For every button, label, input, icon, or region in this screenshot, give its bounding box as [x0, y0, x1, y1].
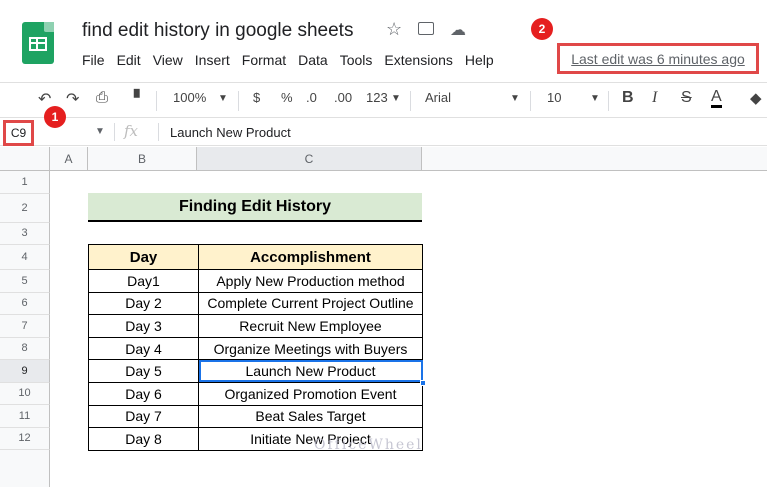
fx-icon: fx [124, 122, 139, 140]
day-cell[interactable]: Day 7 [88, 404, 199, 429]
menu-extensions[interactable]: Extensions [378, 50, 458, 70]
column-header-a[interactable]: A [50, 147, 88, 171]
star-icon[interactable]: ☆ [386, 19, 402, 40]
formula-input[interactable]: Launch New Product [170, 125, 291, 140]
day-cell[interactable]: Day 8 [88, 427, 199, 451]
row-header[interactable]: 8 [0, 337, 50, 360]
decrease-decimal-button[interactable]: .0 [306, 90, 317, 105]
row-header[interactable]: 1 [0, 171, 50, 194]
menu-view[interactable]: View [147, 50, 189, 70]
row-header[interactable]: 9 [0, 360, 50, 383]
strikethrough-button[interactable]: S [681, 89, 692, 107]
text-color-button[interactable]: A [711, 88, 722, 108]
accomplishment-cell[interactable]: Complete Current Project Outline [198, 291, 423, 316]
table-row: Day 4 Organize Meetings with Buyers [88, 336, 423, 361]
sheets-logo-icon[interactable] [22, 22, 54, 64]
sheet-title-cell[interactable]: Finding Edit History [88, 193, 422, 222]
row-header[interactable]: 10 [0, 382, 50, 405]
column-header-b[interactable]: B [88, 147, 197, 171]
column-header-empty [422, 147, 767, 171]
paint-format-icon[interactable]: ▝ [128, 89, 140, 107]
selected-cell-c9[interactable]: Launch New Product [198, 359, 426, 386]
row-header[interactable]: 4 [0, 245, 50, 270]
watermark: OfficeWheel [314, 437, 423, 453]
accomplishment-cell[interactable]: Apply New Production method [198, 269, 423, 293]
row-header[interactable]: 5 [0, 270, 50, 293]
more-formats-button[interactable]: 123 [366, 90, 388, 105]
accomplishment-cell[interactable]: Organize Meetings with Buyers [198, 336, 423, 361]
table-row: Day 6 Organized Promotion Event [88, 381, 423, 406]
accomplishment-cell[interactable]: Recruit New Employee [198, 314, 423, 338]
day-cell[interactable]: Day1 [88, 269, 199, 293]
menu-tools[interactable]: Tools [334, 50, 379, 70]
last-edit-link[interactable]: Last edit was 6 minutes ago [557, 43, 759, 74]
header-day[interactable]: Day [88, 244, 199, 270]
menu-insert[interactable]: Insert [189, 50, 236, 70]
font-size-select[interactable]: 10 [547, 90, 561, 105]
header-accomplishment[interactable]: Accomplishment [198, 244, 423, 270]
row-header[interactable]: 2 [0, 193, 50, 223]
font-select[interactable]: Arial [425, 90, 451, 105]
row-header[interactable]: 7 [0, 315, 50, 338]
day-cell[interactable]: Day 6 [88, 381, 199, 406]
row-header[interactable]: 6 [0, 292, 50, 315]
document-title[interactable]: find edit history in google sheets [82, 20, 353, 42]
move-folder-icon[interactable] [418, 22, 434, 35]
column-header-c[interactable]: C [197, 147, 422, 171]
menu-format[interactable]: Format [236, 50, 292, 70]
menu-bar: File Edit View Insert Format Data Tools … [76, 50, 500, 70]
currency-format-button[interactable]: $ [253, 90, 260, 105]
day-cell[interactable]: Day 4 [88, 336, 199, 361]
row-header[interactable]: 12 [0, 427, 50, 450]
accomplishment-text: Launch New Product [245, 363, 376, 380]
table-row: Day1 Apply New Production method [88, 269, 423, 293]
formula-bar: C9 ▼ fx Launch New Product [0, 118, 767, 146]
day-cell[interactable]: Day 3 [88, 314, 199, 338]
undo-icon[interactable]: ↶ [38, 89, 51, 109]
name-box[interactable]: C9 [3, 120, 34, 146]
italic-button[interactable]: I [652, 89, 657, 107]
redo-icon[interactable]: ↷ [66, 89, 79, 109]
font-chevron-down-icon[interactable]: ▼ [510, 93, 520, 104]
step-badge-1: 1 [44, 106, 66, 128]
toolbar: ↶ ↷ ⎙ ▝ 100% ▼ $ % .0 .00 123 ▼ Arial ▼ … [0, 82, 767, 118]
increase-decimal-button[interactable]: .00 [334, 90, 352, 105]
fill-color-icon[interactable]: ◆ [750, 89, 762, 107]
menu-data[interactable]: Data [292, 50, 334, 70]
print-icon[interactable]: ⎙ [96, 89, 108, 106]
menu-edit[interactable]: Edit [111, 50, 147, 70]
step-badge-2: 2 [531, 18, 553, 40]
zoom-select[interactable]: 100% [173, 90, 206, 105]
table-row: Day 7 Beat Sales Target [88, 404, 423, 429]
percent-format-button[interactable]: % [281, 90, 293, 105]
cloud-status-icon[interactable]: ☁ [450, 20, 466, 40]
font-size-chevron-icon[interactable]: ▼ [590, 93, 600, 104]
menu-help[interactable]: Help [459, 50, 500, 70]
accomplishment-cell[interactable]: Organized Promotion Event [198, 381, 423, 406]
bold-button[interactable]: B [622, 89, 634, 107]
table-row: Day 3 Recruit New Employee [88, 314, 423, 338]
day-cell[interactable]: Day 2 [88, 291, 199, 316]
more-formats-chevron-icon[interactable]: ▼ [391, 93, 401, 104]
menu-file[interactable]: File [76, 50, 111, 70]
name-box-chevron-icon[interactable]: ▼ [95, 126, 105, 137]
table-row: Day 2 Complete Current Project Outline [88, 291, 423, 316]
table-header-row: Day Accomplishment [88, 244, 423, 270]
accomplishment-cell[interactable]: Beat Sales Target [198, 404, 423, 429]
select-all-corner[interactable] [0, 147, 50, 171]
day-cell[interactable]: Day 5 [88, 359, 199, 383]
row-header-empty [0, 450, 50, 487]
row-header[interactable]: 3 [0, 222, 50, 245]
fill-handle[interactable] [420, 379, 426, 386]
zoom-chevron-down-icon[interactable]: ▼ [218, 93, 228, 104]
table-row: Day 5 Launch New Product [88, 359, 426, 386]
row-header[interactable]: 11 [0, 405, 50, 428]
app-window: find edit history in google sheets ☆ ☁ F… [0, 0, 767, 487]
data-table: Day Accomplishment Day1 Apply New Produc… [88, 244, 426, 451]
